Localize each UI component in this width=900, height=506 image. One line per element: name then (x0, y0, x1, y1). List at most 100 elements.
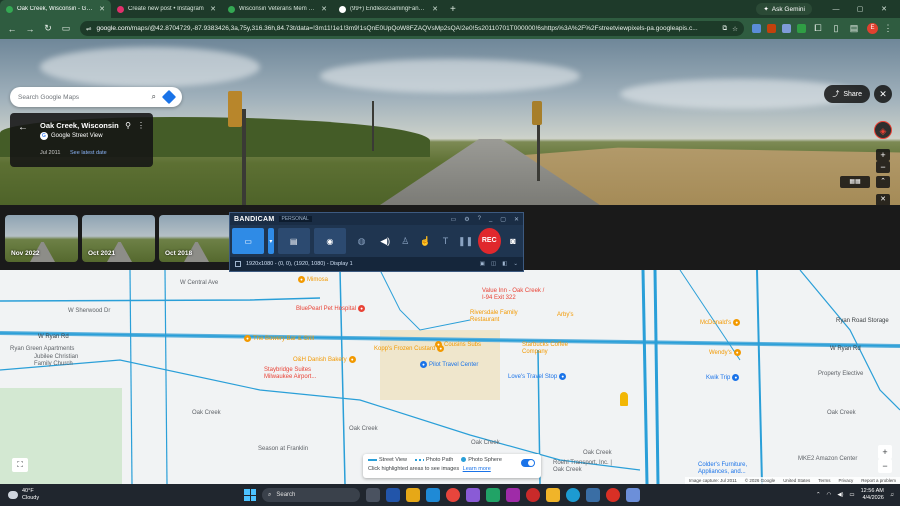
app-icon[interactable] (586, 488, 600, 502)
speaker-icon[interactable]: ◀) (377, 236, 393, 247)
tab-search-icon[interactable]: ▭ (58, 23, 74, 34)
bandicam-taskbar-icon[interactable] (526, 488, 540, 502)
clock[interactable]: 12:56 AM 4/4/2026 (861, 488, 884, 502)
place-marker[interactable]: ● Mimosa (298, 276, 328, 283)
timeline-thumbnail[interactable]: Nov 2022 (5, 215, 78, 262)
pause-icon[interactable]: ❚❚ (458, 236, 474, 247)
place-marker[interactable]: Value Inn - Oak Creek / I-94 Exit 322 (482, 288, 548, 301)
close-window-icon[interactable]: ✕ (874, 5, 894, 13)
video-icon[interactable]: ▣ (480, 261, 485, 267)
place-marker[interactable]: Starbucks Coffee Company (522, 342, 584, 355)
place-marker[interactable]: Season at Franklin (258, 446, 308, 452)
place-marker[interactable]: McDonald's ● (700, 319, 741, 326)
minimap-toggle[interactable]: ▦▦ (840, 176, 870, 188)
zoom-in-button[interactable]: + (876, 149, 890, 161)
address-bar[interactable]: ⇌ google.com/maps/@42.8704729,-87.938342… (80, 21, 744, 36)
map-zoom-in-button[interactable]: + (878, 445, 892, 459)
profile-grid-icon[interactable]: ▤ (846, 23, 862, 34)
app-icon[interactable] (506, 488, 520, 502)
record-button[interactable]: REC (477, 228, 501, 254)
place-marker[interactable]: Property Elective (818, 371, 863, 377)
learn-more-link[interactable]: Learn more (463, 466, 491, 472)
fullscreen-icon[interactable]: ⛶ (12, 458, 28, 472)
place-marker[interactable]: MKE2 Amazon Center (798, 456, 857, 462)
windows-start-icon[interactable] (244, 489, 256, 501)
back-arrow-icon[interactable]: ← (4, 24, 20, 34)
place-marker[interactable]: Kwik Trip ● (706, 374, 740, 381)
location-pin-icon[interactable]: ⚲ (125, 121, 131, 130)
place-marker[interactable]: ● Pilot Travel Center (420, 361, 478, 368)
extensions-puzzle-icon[interactable]: ⧠ (810, 23, 826, 34)
screenshot-camera-icon[interactable]: ◙ (505, 236, 521, 246)
settings-gear-icon[interactable]: ⚙ (464, 216, 469, 223)
reload-icon[interactable]: ↻ (40, 23, 56, 34)
zoom-out-button[interactable]: − (876, 161, 890, 173)
close-tab-icon[interactable]: ✕ (210, 5, 216, 13)
app-icon[interactable] (486, 488, 500, 502)
place-marker[interactable]: BluePearl Pet Hospital ● (296, 305, 366, 312)
place-marker[interactable]: Jubilee Christian Family Church (34, 354, 92, 367)
microphone-icon[interactable]: ♙ (397, 236, 413, 247)
file-explorer-icon[interactable] (546, 488, 560, 502)
more-options-icon[interactable]: ⋮ (137, 121, 145, 130)
notification-bell-icon[interactable]: ♫ (890, 492, 894, 498)
see-latest-date-link[interactable]: See latest date (70, 150, 107, 156)
app-icon[interactable] (626, 488, 640, 502)
tab-oak-creek[interactable]: Oak Creek, Wisconsin - Google ✕ (0, 0, 111, 18)
install-app-icon[interactable]: ⧉ (723, 25, 728, 33)
audio-icon[interactable]: ◫ (491, 261, 496, 267)
extension-icon-2[interactable] (767, 24, 776, 33)
extension-icon-1[interactable] (752, 24, 761, 33)
site-info-icon[interactable]: ⇌ (86, 25, 91, 33)
close-icon[interactable]: ✕ (514, 216, 519, 223)
forward-arrow-icon[interactable]: → (22, 24, 38, 34)
hdmi-mode-button[interactable]: ▤ (277, 228, 310, 254)
maps-search-box[interactable]: Search Google Maps ⌕ (10, 87, 182, 107)
street-view-panorama[interactable]: Search Google Maps ⌕ ← Oak Creek, Wiscon… (0, 39, 900, 205)
expand-chevron-icon[interactable]: ⌃ (876, 176, 890, 188)
text-icon[interactable]: T (437, 236, 453, 246)
volume-icon[interactable]: ◀) (837, 492, 843, 498)
place-marker[interactable]: Roehl Transport, Inc. | Oak Creek (553, 460, 619, 473)
game-mode-button[interactable]: ◉ (313, 228, 346, 254)
chrome-icon[interactable] (606, 488, 620, 502)
terms-link[interactable]: Terms (818, 478, 830, 483)
profile-avatar[interactable]: E (867, 23, 878, 34)
tray-chevron-icon[interactable]: ⌃ (816, 492, 821, 498)
side-panel-icon[interactable]: ▯ (828, 23, 844, 34)
app-icon[interactable] (386, 488, 400, 502)
tab-wisconsin-veterans[interactable]: Wisconsin Veterans Mem Hwy ✕ (222, 0, 333, 18)
region-checkbox[interactable] (235, 261, 241, 267)
expand-chevron-icon[interactable]: ⌄ (513, 261, 518, 267)
map-zoom-out-button[interactable]: − (878, 459, 892, 473)
tab-endless-gaming[interactable]: (99+) EndlessGamingFanProdu ✕ (333, 0, 444, 18)
place-marker[interactable]: Staybridge Suites Milwaukee Airport... (264, 367, 322, 380)
tab-instagram[interactable]: Create new post • Instagram ✕ (111, 0, 222, 18)
webcam-icon[interactable]: ◍ (350, 236, 373, 247)
place-marker[interactable]: Wendy's ● (709, 349, 741, 356)
map-view[interactable]: W Central Ave W Sherwood Dr W Ryan Rd Ry… (0, 270, 900, 484)
ask-gemini-button[interactable]: ✦ Ask Gemini (756, 3, 812, 15)
search-icon[interactable]: ⌕ (152, 92, 156, 102)
minimize-icon[interactable]: _ (489, 216, 492, 223)
battery-icon[interactable]: ▭ (849, 492, 854, 498)
timeline-thumbnail[interactable]: Oct 2018 (159, 215, 232, 262)
device-mode-button[interactable]: ▾ (268, 228, 274, 254)
report-problem-link[interactable]: Report a problem (861, 478, 896, 483)
edge-icon[interactable] (566, 488, 580, 502)
wifi-icon[interactable]: ◠ (827, 492, 832, 498)
extension-icon-3[interactable] (782, 24, 791, 33)
place-marker[interactable]: Kopp's Frozen Custard ● (374, 345, 445, 352)
minimize-icon[interactable]: — (826, 6, 846, 13)
maximize-icon[interactable]: ▢ (850, 5, 870, 13)
close-timeline-button[interactable]: ✕ (876, 194, 890, 205)
place-marker[interactable]: Riversdale Family Restaurant (470, 310, 528, 323)
directions-icon[interactable] (161, 89, 177, 105)
place-marker[interactable]: Colder's Furniture, Appliances, and... (698, 462, 760, 475)
close-tab-icon[interactable]: ✕ (432, 5, 438, 13)
privacy-link[interactable]: Privacy (838, 478, 853, 483)
pegman-icon[interactable] (620, 392, 628, 406)
weather-widget[interactable]: 40°F Cloudy (0, 488, 120, 501)
back-arrow-icon[interactable]: ← (18, 122, 28, 133)
place-marker[interactable]: ● The Bowery Bar & Grill (244, 335, 314, 342)
